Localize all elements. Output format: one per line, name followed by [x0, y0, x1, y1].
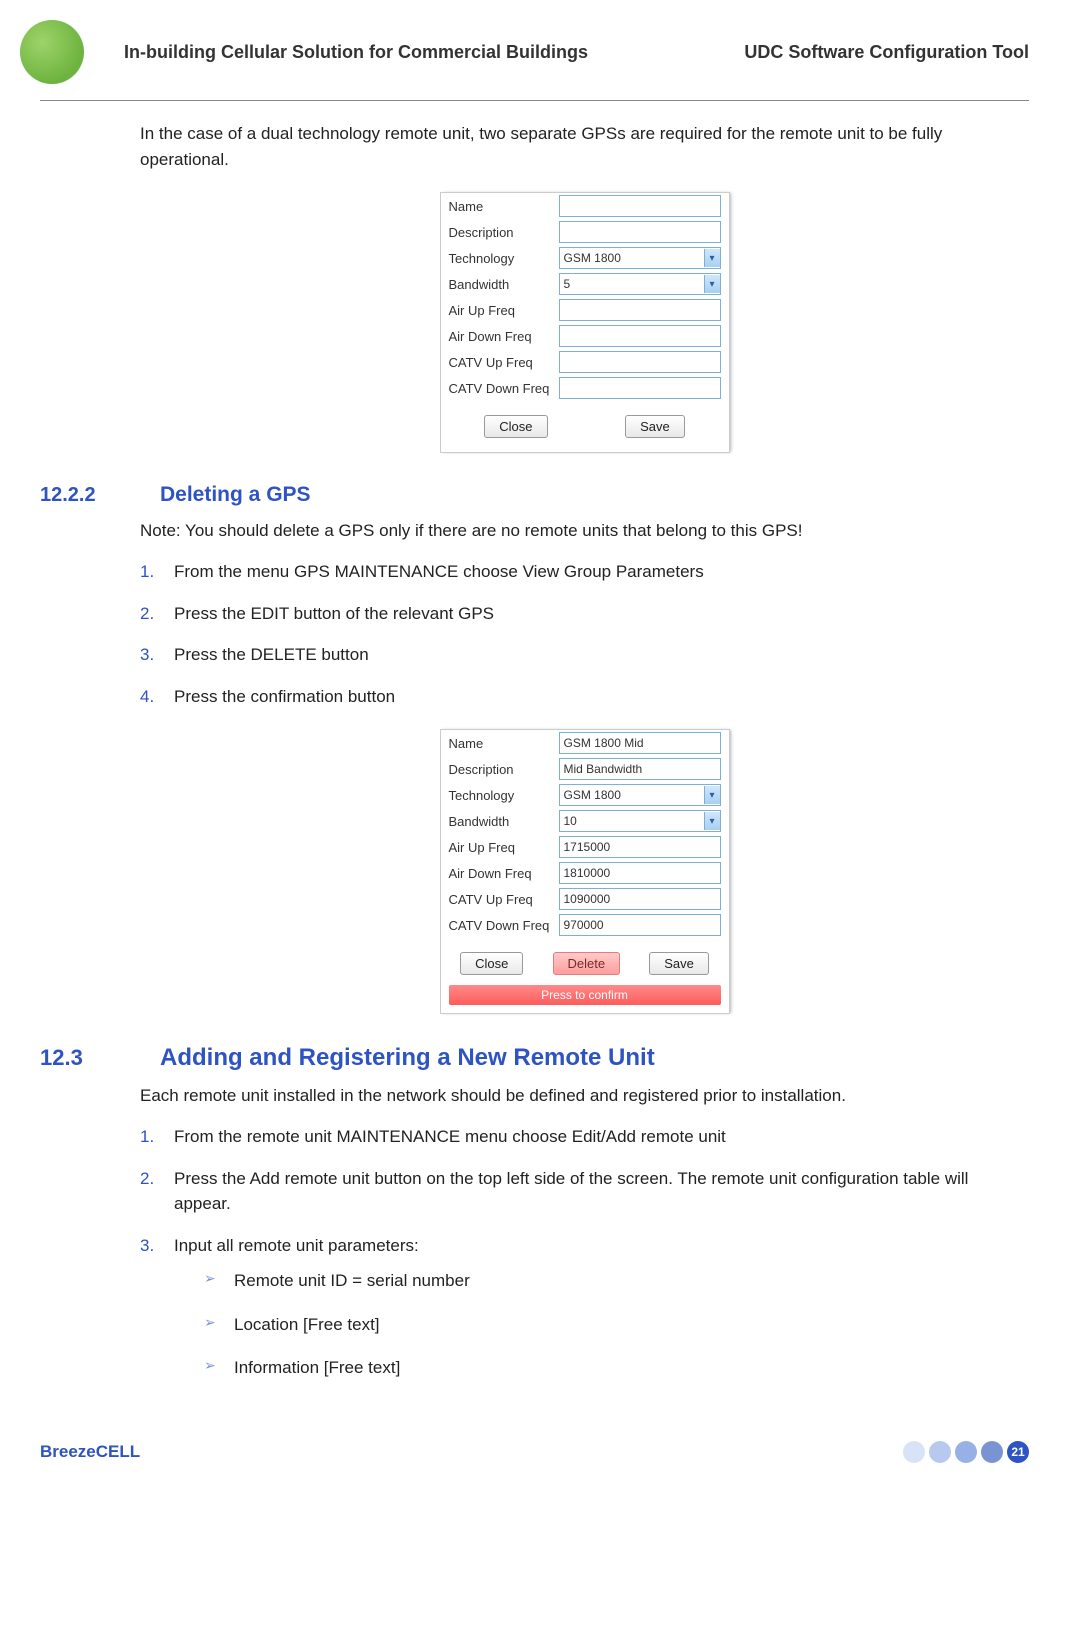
input-name[interactable] [559, 195, 721, 217]
footer-dots-icon: 21 [903, 1441, 1029, 1463]
section-heading: 12.3 Adding and Registering a New Remote… [40, 1044, 1029, 1072]
section-title: Adding and Registering a New Remote Unit [160, 1044, 655, 1072]
label-technology: Technology [449, 251, 559, 266]
step-item: 3.Press the DELETE button [140, 642, 1029, 668]
header-left: In-building Cellular Solution for Commer… [124, 42, 588, 63]
input-catv-up[interactable]: 1090000 [559, 888, 721, 910]
label-name: Name [449, 199, 559, 214]
label-bandwidth: Bandwidth [449, 814, 559, 829]
close-button[interactable]: Close [484, 415, 547, 438]
chevron-down-icon: ▾ [704, 812, 720, 830]
label-description: Description [449, 762, 559, 777]
chevron-down-icon: ▾ [704, 249, 720, 267]
input-air-down[interactable]: 1810000 [559, 862, 721, 884]
label-air-up: Air Up Freq [449, 840, 559, 855]
section-intro: Each remote unit installed in the networ… [140, 1086, 1029, 1106]
select-bandwidth[interactable]: 5▾ [559, 273, 721, 295]
gps-form-filled: NameGSM 1800 Mid DescriptionMid Bandwidt… [440, 729, 730, 1014]
bullet-item: Remote unit ID = serial number [204, 1268, 1029, 1294]
step-item: 4.Press the confirmation button [140, 684, 1029, 710]
input-air-up[interactable]: 1715000 [559, 836, 721, 858]
page-footer: BreezeCELL 21 [40, 1441, 1029, 1463]
select-technology[interactable]: GSM 1800▾ [559, 784, 721, 806]
page-number: 21 [1007, 1441, 1029, 1463]
label-catv-up: CATV Up Freq [449, 355, 559, 370]
step-item: 3.Input all remote unit parameters: Remo… [140, 1233, 1029, 1381]
bullet-item: Location [Free text] [204, 1312, 1029, 1338]
bullets-list: Remote unit ID = serial number Location … [204, 1268, 1029, 1381]
label-name: Name [449, 736, 559, 751]
input-catv-up[interactable] [559, 351, 721, 373]
confirm-button[interactable]: Press to confirm [449, 985, 721, 1005]
select-bandwidth[interactable]: 10▾ [559, 810, 721, 832]
label-catv-down: CATV Down Freq [449, 381, 559, 396]
logo-icon [20, 20, 84, 84]
section-number: 12.3 [40, 1045, 130, 1071]
save-button[interactable]: Save [625, 415, 685, 438]
note-text: Note: You should delete a GPS only if th… [140, 521, 1029, 541]
subsection-title: Deleting a GPS [160, 483, 311, 507]
header-right: UDC Software Configuration Tool [744, 42, 1029, 63]
close-button[interactable]: Close [460, 952, 523, 975]
step-item: 1.From the menu GPS MAINTENANCE choose V… [140, 559, 1029, 585]
label-air-up: Air Up Freq [449, 303, 559, 318]
subsection-number: 12.2.2 [40, 484, 130, 507]
chevron-down-icon: ▾ [704, 275, 720, 293]
gps-form-blank: Name Description TechnologyGSM 1800▾ Ban… [440, 192, 730, 453]
label-air-down: Air Down Freq [449, 329, 559, 344]
intro-text: In the case of a dual technology remote … [140, 121, 1029, 172]
step-item: 2.Press the Add remote unit button on th… [140, 1166, 1029, 1217]
label-description: Description [449, 225, 559, 240]
label-catv-up: CATV Up Freq [449, 892, 559, 907]
label-bandwidth: Bandwidth [449, 277, 559, 292]
input-catv-down[interactable]: 970000 [559, 914, 721, 936]
input-description[interactable]: Mid Bandwidth [559, 758, 721, 780]
input-name[interactable]: GSM 1800 Mid [559, 732, 721, 754]
steps-list-123: 1.From the remote unit MAINTENANCE menu … [140, 1124, 1029, 1381]
input-description[interactable] [559, 221, 721, 243]
input-air-up[interactable] [559, 299, 721, 321]
input-catv-down[interactable] [559, 377, 721, 399]
save-button[interactable]: Save [649, 952, 709, 975]
input-air-down[interactable] [559, 325, 721, 347]
label-technology: Technology [449, 788, 559, 803]
chevron-down-icon: ▾ [704, 786, 720, 804]
select-technology[interactable]: GSM 1800▾ [559, 247, 721, 269]
step-item: 1.From the remote unit MAINTENANCE menu … [140, 1124, 1029, 1150]
step-item: 2.Press the EDIT button of the relevant … [140, 601, 1029, 627]
steps-list-1222: 1.From the menu GPS MAINTENANCE choose V… [140, 559, 1029, 709]
subsection-heading: 12.2.2 Deleting a GPS [40, 483, 1029, 507]
bullet-item: Information [Free text] [204, 1355, 1029, 1381]
label-catv-down: CATV Down Freq [449, 918, 559, 933]
footer-brand: BreezeCELL [40, 1442, 140, 1462]
page-header: In-building Cellular Solution for Commer… [40, 0, 1029, 101]
delete-button[interactable]: Delete [553, 952, 621, 975]
label-air-down: Air Down Freq [449, 866, 559, 881]
